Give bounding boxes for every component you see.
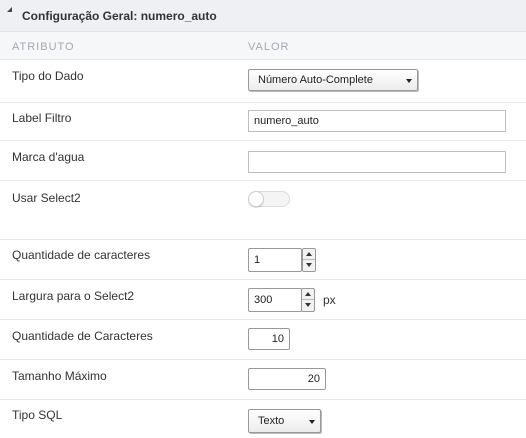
dropdown-arrow-icon <box>406 79 412 83</box>
qtd-caracteres-value: 1 <box>254 254 261 266</box>
column-attribute: ATRIBUTO <box>12 41 75 53</box>
row-marca-agua: Marca d'agua <box>0 141 526 181</box>
panel-header[interactable]: Configuração Geral: numero_auto <box>0 0 526 32</box>
dropdown-arrow-icon <box>309 420 315 424</box>
decrement-arrow-icon[interactable] <box>303 260 315 271</box>
tipo-sql-select[interactable]: Texto <box>248 409 321 433</box>
qtd-caracteres-2-input[interactable]: 10 <box>248 328 290 350</box>
row-qtd-caracteres-2: Quantidade de Caracteres 10 <box>0 320 526 360</box>
row-tipo-sql: Tipo SQL Texto <box>0 400 526 438</box>
label-filtro-input[interactable]: numero_auto <box>248 110 506 132</box>
label-marca-agua: Marca d'agua <box>12 150 85 164</box>
label-usar-select2: Usar Select2 <box>12 191 81 205</box>
label-largura-select2: Largura para o Select2 <box>12 289 135 303</box>
qtd-caracteres-2-value: 10 <box>271 333 284 345</box>
label-tamanho-maximo: Tamanho Máximo <box>12 369 107 383</box>
qtd-caracteres-spin-buttons <box>302 248 316 272</box>
row-qtd-caracteres: Quantidade de caracteres 1 <box>0 240 526 280</box>
largura-select2-field[interactable]: 300 <box>248 288 302 312</box>
label-tipo-sql: Tipo SQL <box>12 408 63 422</box>
row-label-filtro: Label Filtro numero_auto <box>0 103 526 141</box>
panel-title: Configuração Geral: numero_auto <box>22 9 217 23</box>
usar-select2-toggle[interactable] <box>248 191 290 207</box>
largura-select2-spin-buttons <box>301 288 315 312</box>
largura-unit: px <box>323 293 336 307</box>
increment-arrow-icon[interactable] <box>303 249 315 260</box>
collapse-caret-icon[interactable] <box>7 7 12 12</box>
decrement-arrow-icon[interactable] <box>302 300 314 311</box>
label-filtro-value: numero_auto <box>254 115 319 127</box>
label-tipo-dado: Tipo do Dado <box>12 69 84 83</box>
label-qtd-caracteres: Quantidade de caracteres <box>12 248 151 262</box>
tamanho-maximo-input[interactable]: 20 <box>248 368 326 390</box>
row-tipo-dado: Tipo do Dado Número Auto-Complete <box>0 60 526 103</box>
qtd-caracteres-field[interactable]: 1 <box>248 248 302 272</box>
tipo-sql-selected: Texto <box>258 415 285 427</box>
column-value: VALOR <box>248 41 290 53</box>
marca-agua-input[interactable] <box>248 151 506 173</box>
increment-arrow-icon[interactable] <box>302 289 314 300</box>
config-panel: Configuração Geral: numero_auto ATRIBUTO… <box>0 0 526 438</box>
tipo-dado-select[interactable]: Número Auto-Complete <box>248 69 418 91</box>
largura-select2-stepper[interactable]: 300 <box>248 288 316 312</box>
tipo-dado-selected: Número Auto-Complete <box>258 74 373 86</box>
row-largura-select2: Largura para o Select2 300 px <box>0 280 526 320</box>
label-qtd-caracteres-2: Quantidade de Caracteres <box>12 329 153 343</box>
toggle-knob <box>248 191 264 207</box>
row-usar-select2: Usar Select2 <box>0 181 526 240</box>
column-header: ATRIBUTO VALOR <box>0 32 526 60</box>
largura-select2-value: 300 <box>254 294 273 306</box>
qtd-caracteres-stepper[interactable]: 1 <box>248 248 320 272</box>
label-label-filtro: Label Filtro <box>12 111 72 125</box>
row-tamanho-maximo: Tamanho Máximo 20 <box>0 360 526 400</box>
tamanho-maximo-value: 20 <box>307 373 320 385</box>
